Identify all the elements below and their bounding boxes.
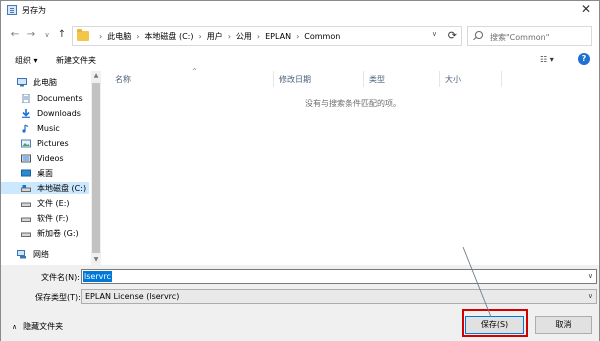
save-as-dialog: 另存为 ✕ ← → ∨ ↑ › 此电脑 › 本地磁盘 (C:) › 用户 › 公… [0, 0, 600, 341]
annotation-line [462, 246, 492, 318]
